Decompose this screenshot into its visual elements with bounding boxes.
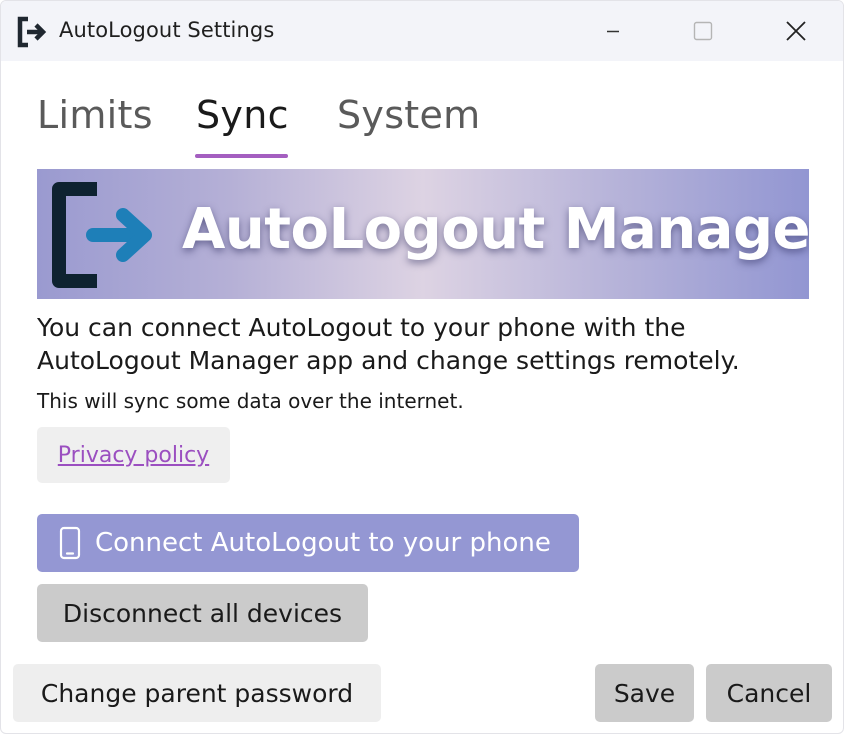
banner-title: AutoLogout Manager bbox=[182, 197, 809, 262]
cancel-button[interactable]: Cancel bbox=[706, 664, 832, 722]
maximize-icon bbox=[693, 21, 713, 41]
connect-phone-label: Connect AutoLogout to your phone bbox=[95, 528, 551, 558]
tab-sync[interactable]: Sync bbox=[196, 93, 289, 137]
phone-icon bbox=[59, 526, 81, 560]
minimize-button[interactable] bbox=[568, 1, 658, 61]
minimize-icon bbox=[607, 30, 619, 33]
manager-banner: AutoLogout Manager bbox=[37, 169, 809, 299]
disconnect-devices-label: Disconnect all devices bbox=[62, 598, 343, 628]
sync-description: You can connect AutoLogout to your phone… bbox=[37, 313, 740, 375]
maximize-button[interactable] bbox=[658, 1, 748, 61]
window-title: AutoLogout Settings bbox=[59, 18, 275, 42]
settings-window: AutoLogout Settings Limits Sync System A… bbox=[0, 0, 844, 734]
tab-limits[interactable]: Limits bbox=[37, 93, 153, 137]
title-bar[interactable]: AutoLogout Settings bbox=[1, 1, 843, 61]
tab-system[interactable]: System bbox=[337, 93, 481, 137]
connect-phone-button[interactable]: Connect AutoLogout to your phone bbox=[37, 514, 579, 572]
privacy-policy-link[interactable]: Privacy policy bbox=[58, 443, 209, 468]
close-icon bbox=[786, 21, 806, 41]
logout-logo-icon bbox=[52, 182, 152, 288]
save-button[interactable]: Save bbox=[595, 664, 694, 722]
sync-note: This will sync some data over the intern… bbox=[37, 389, 464, 413]
active-tab-indicator bbox=[195, 154, 288, 158]
close-button[interactable] bbox=[751, 1, 841, 61]
privacy-policy-button[interactable]: Privacy policy bbox=[37, 427, 230, 483]
disconnect-devices-button[interactable]: Disconnect all devices bbox=[37, 584, 368, 642]
logout-icon bbox=[17, 16, 47, 48]
change-parent-password-button[interactable]: Change parent password bbox=[13, 664, 381, 722]
